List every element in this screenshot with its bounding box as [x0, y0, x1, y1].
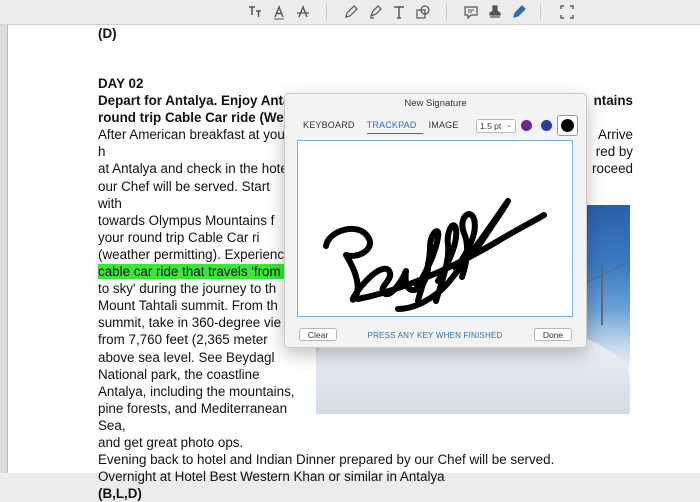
- body-line: Mount Tahtali summit. From th: [98, 298, 278, 314]
- body-line: pine forests, and Mediterranean Sea,: [98, 400, 288, 433]
- body-line: Overnight at Hotel Best Western Khan or …: [98, 469, 445, 485]
- done-button[interactable]: Done: [534, 328, 572, 341]
- body-line: our Chef will be served. Start with: [98, 178, 270, 211]
- tab-trackpad[interactable]: TRACKPAD: [366, 120, 423, 134]
- sidebar-strip: [0, 25, 7, 473]
- body-line: Antalya, including the mountains,: [98, 383, 295, 399]
- tab-image[interactable]: IMAGE: [429, 120, 465, 134]
- body-line: National park, the coastline: [98, 366, 260, 382]
- text-box-icon[interactable]: [246, 3, 264, 21]
- body-line: from 7,760 feet (2,365 meter: [98, 332, 268, 348]
- highlighter-icon[interactable]: [366, 3, 384, 21]
- stamp-icon[interactable]: [486, 3, 504, 21]
- text-icon[interactable]: [390, 3, 408, 21]
- body-line: Evening back to hotel and Indian Dinner …: [98, 452, 555, 468]
- body-line: (weather permitting). Experience: [98, 246, 292, 262]
- shapes-icon[interactable]: [414, 3, 432, 21]
- chevron-down-icon: ⌄: [506, 122, 512, 129]
- pen-icon[interactable]: [342, 3, 360, 21]
- heading-line-1: Depart for Antalya. Enjoy Antaly: [98, 93, 302, 109]
- right-fragment: roceed: [592, 161, 633, 176]
- body-line: above sea level. See Beydagl: [98, 349, 275, 365]
- stroke-size-select[interactable]: 1.5 pt ⌄: [476, 119, 516, 133]
- signature-canvas[interactable]: [297, 140, 573, 317]
- strikethrough-icon[interactable]: [294, 3, 312, 21]
- new-signature-dialog: New Signature KEYBOARD TRACKPAD IMAGE 1.…: [284, 93, 587, 348]
- color-black-swatch-selected[interactable]: [557, 115, 578, 136]
- color-purple-swatch[interactable]: [521, 120, 532, 131]
- right-fragment: Arrive: [598, 127, 633, 142]
- body-line: your round trip Cable Car ri: [98, 229, 260, 245]
- clear-button[interactable]: Clear: [299, 328, 337, 341]
- top-line: (D): [98, 26, 117, 41]
- highlight-mark: cable car ride that travels 'from s: [98, 264, 292, 280]
- annotation-toolbar: [0, 0, 700, 25]
- tab-keyboard[interactable]: KEYBOARD: [303, 120, 361, 134]
- finish-hint: PRESS ANY KEY WHEN FINISHED: [367, 331, 503, 340]
- signature-tabs: KEYBOARD TRACKPAD IMAGE: [303, 120, 471, 134]
- comment-icon[interactable]: [462, 3, 480, 21]
- highlighted-line: cable car ride that travels 'from s: [98, 263, 296, 280]
- text-style-icon[interactable]: [270, 3, 288, 21]
- color-blue-swatch[interactable]: [541, 120, 552, 131]
- right-fragment: red by: [595, 144, 633, 159]
- dialog-title: New Signature: [404, 98, 467, 109]
- body-line: and get great photo ops.: [98, 434, 244, 450]
- signature-stroke: [323, 198, 547, 312]
- day-heading: DAY 02: [98, 76, 144, 92]
- body-line: towards Olympus Mountains f: [98, 212, 275, 228]
- signature-pen-icon[interactable]: [510, 3, 528, 21]
- body-line: at Antalya and check in the hotel: [98, 161, 291, 177]
- body-line: to sky' during the journey to th: [98, 281, 277, 297]
- crop-icon[interactable]: [558, 3, 576, 21]
- body-line: After American breakfast at your h: [98, 127, 290, 160]
- stroke-size-value: 1.5 pt: [480, 121, 502, 131]
- heading-line-1-end: ntains: [593, 93, 633, 109]
- meals-line: (B,L,D): [98, 486, 142, 502]
- body-line: summit, take in 360-degree vie: [98, 315, 282, 331]
